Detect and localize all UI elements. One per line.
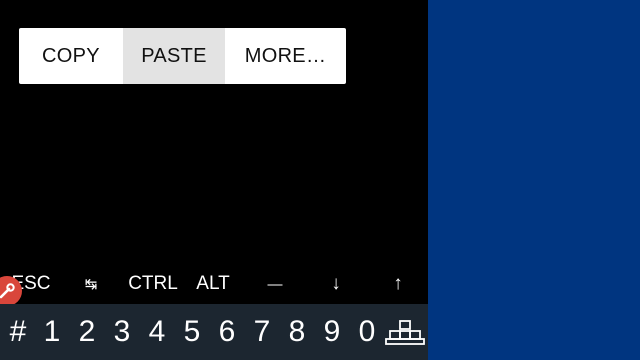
side-panel <box>428 0 640 360</box>
arrow-up-key[interactable]: ↑ <box>386 264 410 304</box>
alt-key[interactable]: ALT <box>192 264 234 304</box>
key-8[interactable]: 8 <box>283 304 311 360</box>
key-0[interactable]: 0 <box>353 304 381 360</box>
key-6[interactable]: 6 <box>213 304 241 360</box>
key-1[interactable]: 1 <box>38 304 66 360</box>
key-7[interactable]: 7 <box>248 304 276 360</box>
key-3[interactable]: 3 <box>108 304 136 360</box>
key-9[interactable]: 9 <box>318 304 346 360</box>
copy-menu-item[interactable]: COPY <box>19 28 123 84</box>
tab-key[interactable]: ↹ <box>76 264 106 304</box>
text-selection-context-menu: COPY PASTE MORE… <box>19 28 346 84</box>
key-2[interactable]: 2 <box>73 304 101 360</box>
arrow-down-key[interactable]: ↓ <box>324 264 348 304</box>
key-4[interactable]: 4 <box>143 304 171 360</box>
ctrl-key[interactable]: CTRL <box>124 264 182 304</box>
keyboard-icon <box>385 320 425 345</box>
hash-key[interactable]: # <box>4 304 32 360</box>
dash-key[interactable]: — <box>262 264 288 304</box>
key-5[interactable]: 5 <box>178 304 206 360</box>
more-menu-item[interactable]: MORE… <box>225 28 346 84</box>
extra-keys-row: ESC ↹ CTRL ALT — ↓ ↑ <box>0 264 428 304</box>
wrench-icon <box>0 283 15 299</box>
keyboard-toggle-button[interactable] <box>384 304 426 360</box>
paste-menu-item[interactable]: PASTE <box>123 28 225 84</box>
number-row: # 1 2 3 4 5 6 7 8 9 0 <box>0 304 428 360</box>
